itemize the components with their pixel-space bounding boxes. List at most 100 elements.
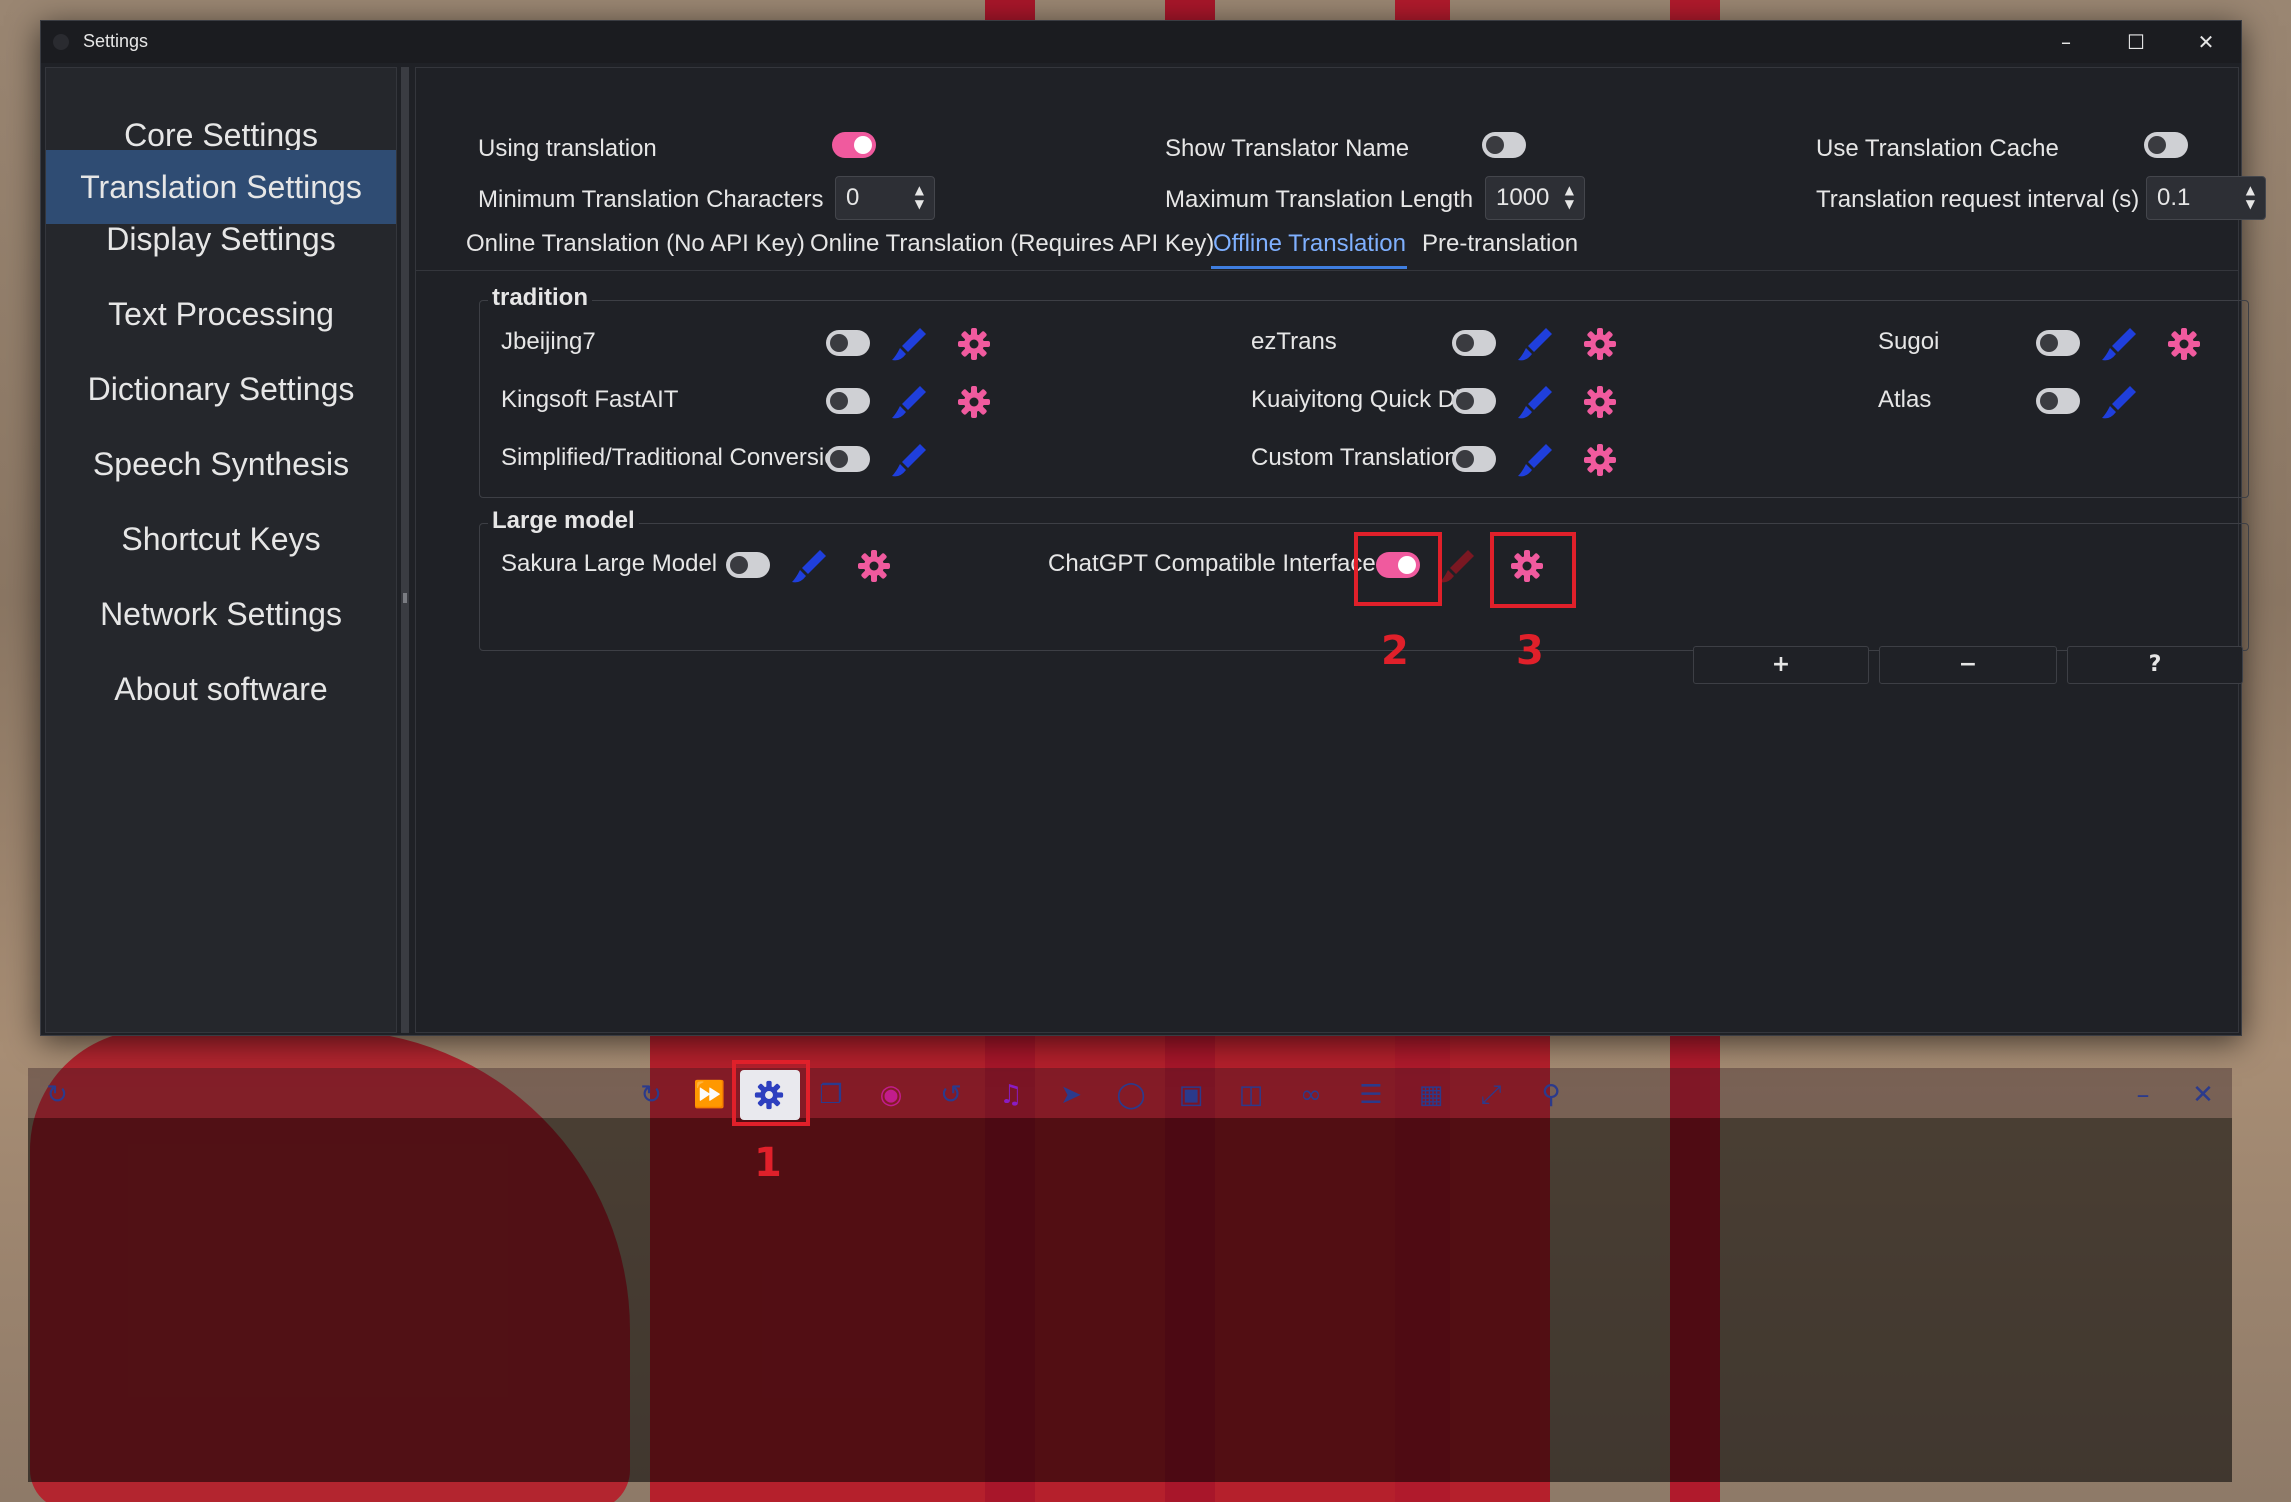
kingsoft-gear-icon[interactable] — [957, 385, 991, 419]
min-chars-label: Minimum Translation Characters — [478, 186, 824, 213]
sidebar-item-about-software[interactable]: About software — [46, 652, 396, 726]
annotation-number-1: 1 — [754, 1140, 782, 1186]
app-icon — [53, 34, 69, 50]
splitter-handle[interactable] — [401, 67, 409, 1033]
sidebar-item-display-settings[interactable]: Display Settings — [46, 202, 396, 276]
simplified-traditional-brush-icon[interactable] — [890, 440, 930, 480]
jbeijing7-label: Jbeijing7 — [501, 328, 596, 355]
close-icon[interactable]: ✕ — [2171, 21, 2241, 63]
sidebar-item-dictionary-settings[interactable]: Dictionary Settings — [46, 352, 396, 426]
sakura-label: Sakura Large Model — [501, 550, 718, 577]
window-title: Settings — [83, 31, 149, 51]
refresh-icon[interactable]: ↻ — [42, 1080, 72, 1110]
chatgpt-label: ChatGPT Compatible Interface — [1048, 550, 1376, 577]
title-bar[interactable]: Settings – ☐ ✕ — [41, 21, 2241, 63]
chatgpt-brush-icon[interactable] — [1438, 546, 1478, 586]
atlas-brush-icon[interactable] — [2100, 382, 2140, 422]
translation-settings-panel: Using translation Show Translator Name U… — [415, 67, 2266, 1033]
kuaiyitong-gear-icon[interactable] — [1583, 385, 1617, 419]
using-translation-label: Using translation — [478, 135, 657, 162]
resize-icon[interactable]: ⤢ — [1476, 1080, 1506, 1110]
atlas-toggle[interactable] — [2036, 388, 2080, 414]
fast-forward-icon[interactable]: ⏩ — [693, 1080, 725, 1110]
jbeijing7-toggle[interactable] — [826, 330, 870, 356]
sugoi-gear-icon[interactable] — [2167, 327, 2201, 361]
retranslate-icon[interactable]: ↻ — [636, 1080, 666, 1110]
eye-icon[interactable]: ◉ — [876, 1080, 906, 1110]
kingsoft-toggle[interactable] — [826, 388, 870, 414]
jbeijing7-brush-icon[interactable] — [890, 324, 930, 364]
sidebar-item-text-processing[interactable]: Text Processing — [46, 277, 396, 351]
custom-translation-brush-icon[interactable] — [1516, 440, 1556, 480]
interval-label: Translation request interval (s) — [1816, 186, 2140, 213]
interval-spinbox[interactable]: 0.1 ▲ ▼ — [2146, 176, 2266, 220]
custom-translation-gear-icon[interactable] — [1583, 443, 1617, 477]
show-translator-name-label: Show Translator Name — [1165, 135, 1410, 162]
sakura-toggle[interactable] — [726, 552, 770, 578]
annotation-number-3: 3 — [1516, 628, 1544, 674]
min-chars-spinbox[interactable]: 0 ▲ ▼ — [835, 176, 935, 220]
tab-pre-translation[interactable]: Pre-translation — [1422, 230, 1578, 258]
annotation-number-2: 2 — [1381, 628, 1409, 674]
max-length-spinbox[interactable]: 1000 ▲ ▼ — [1485, 176, 1585, 220]
settings-window: Settings – ☐ ✕ Core Settings Translation… — [40, 20, 2266, 1036]
copy-icon[interactable]: ❐ — [816, 1080, 846, 1110]
search-icon[interactable]: ⚲ — [1536, 1080, 1566, 1110]
eztrans-toggle[interactable] — [1452, 330, 1496, 356]
eztrans-gear-icon[interactable] — [1583, 327, 1617, 361]
spin-arrows-icon[interactable]: ▲ ▼ — [2246, 183, 2255, 211]
show-translator-name-toggle[interactable] — [1482, 132, 1526, 158]
custom-translation-label: Custom Translation — [1251, 444, 1458, 471]
lock-icon[interactable]: ▣ — [1176, 1080, 1206, 1110]
simplified-traditional-toggle[interactable] — [826, 446, 870, 472]
bulb-icon[interactable]: ◯ — [1116, 1080, 1146, 1110]
minimize-toolbar-icon[interactable]: – — [2128, 1080, 2158, 1110]
atlas-label: Atlas — [1878, 386, 1932, 413]
close-toolbar-icon[interactable]: ✕ — [2188, 1080, 2218, 1110]
annotation-box-3 — [1490, 532, 1576, 608]
music-icon[interactable]: ♫ — [996, 1080, 1026, 1110]
sidebar-item-speech-synthesis[interactable]: Speech Synthesis — [46, 427, 396, 501]
gamepad-icon[interactable]: ◫ — [1236, 1080, 1266, 1110]
sidebar-item-shortcut-keys[interactable]: Shortcut Keys — [46, 502, 396, 576]
custom-translation-toggle[interactable] — [1452, 446, 1496, 472]
history-icon[interactable]: ↺ — [936, 1080, 966, 1110]
add-button[interactable]: + — [1693, 646, 1869, 684]
minimize-icon[interactable]: – — [2031, 21, 2101, 63]
tab-online-no-key[interactable]: Online Translation (No API Key) — [466, 230, 805, 258]
active-tab-indicator — [1211, 266, 1407, 269]
use-translation-cache-toggle[interactable] — [2144, 132, 2188, 158]
maximize-icon[interactable]: ☐ — [2101, 21, 2171, 63]
large-model-title: Large model — [488, 507, 639, 535]
sugoi-label: Sugoi — [1878, 328, 1940, 355]
sugoi-brush-icon[interactable] — [2100, 324, 2140, 364]
spin-arrows-icon[interactable]: ▲ ▼ — [1565, 183, 1574, 211]
tab-divider — [416, 270, 2238, 271]
interval-value: 0.1 — [2157, 184, 2191, 211]
annotation-box-1 — [732, 1060, 810, 1126]
tab-online-api-key[interactable]: Online Translation (Requires API Key) — [810, 230, 1214, 258]
kuaiyitong-brush-icon[interactable] — [1516, 382, 1556, 422]
kingsoft-label: Kingsoft FastAIT — [501, 386, 679, 413]
tradition-title: tradition — [488, 284, 592, 312]
annotation-box-2 — [1354, 532, 1442, 606]
kuaiyitong-toggle[interactable] — [1452, 388, 1496, 414]
eztrans-label: ezTrans — [1251, 328, 1337, 355]
eztrans-brush-icon[interactable] — [1516, 324, 1556, 364]
sakura-gear-icon[interactable] — [857, 549, 891, 583]
jbeijing7-gear-icon[interactable] — [957, 327, 991, 361]
remove-button[interactable]: − — [1879, 646, 2057, 684]
windows-icon[interactable]: ▦ — [1416, 1080, 1446, 1110]
sidebar-item-network-settings[interactable]: Network Settings — [46, 577, 396, 651]
pointer-icon[interactable]: ➤ — [1056, 1080, 1086, 1110]
spin-arrows-icon[interactable]: ▲ ▼ — [915, 183, 924, 211]
sugoi-toggle[interactable] — [2036, 330, 2080, 356]
sakura-brush-icon[interactable] — [790, 546, 830, 586]
link-icon[interactable]: ∞ — [1296, 1080, 1326, 1110]
translation-display-area — [28, 1118, 2232, 1482]
using-translation-toggle[interactable] — [832, 132, 876, 158]
kingsoft-brush-icon[interactable] — [890, 382, 930, 422]
list-icon[interactable]: ☰ — [1356, 1080, 1386, 1110]
help-button[interactable]: ? — [2067, 646, 2243, 684]
tab-offline-translation[interactable]: Offline Translation — [1213, 230, 1406, 258]
